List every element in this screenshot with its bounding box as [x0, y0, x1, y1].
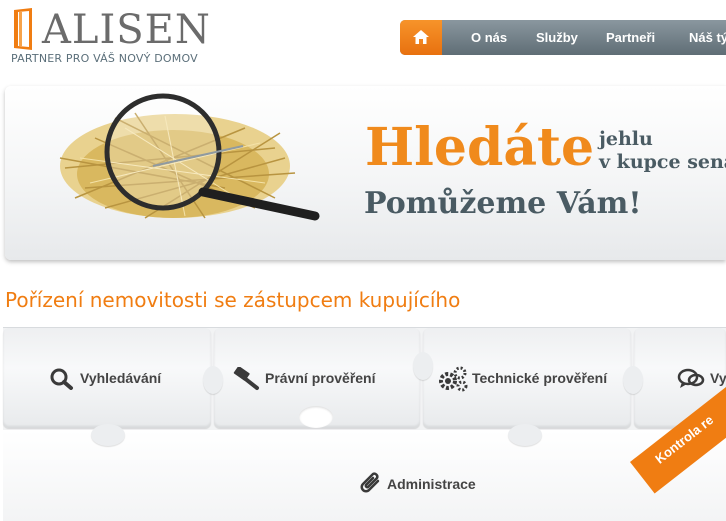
banner-headline: Hledáte — [365, 117, 595, 178]
hero-banner: Hledáte jehlu v kupce sena Pomůžeme Vám! — [5, 86, 726, 260]
haystack-magnifier-illustration — [59, 93, 320, 221]
service-puzzle: Vyhledávání Právní prověření Technické p… — [3, 327, 726, 521]
top-edge-marks — [600, 0, 726, 4]
logo[interactable]: ALISEN PARTNER PRO VÁŠ NOVÝ DOMOV — [10, 6, 210, 70]
puzzle-knob — [623, 366, 643, 394]
home-icon — [413, 30, 429, 44]
puzzle-knob — [508, 424, 542, 446]
puzzle-knob — [91, 424, 125, 446]
puzzle-socket — [299, 406, 333, 428]
tab-administrace[interactable]: Administrace — [387, 476, 476, 492]
door-logo-icon — [14, 8, 32, 50]
section-title: Pořízení nemovitosti se zástupcem kupují… — [5, 288, 461, 312]
nav-home-button[interactable] — [400, 20, 442, 55]
tab-label: Právní prověření — [265, 370, 376, 386]
nav-item-nas-tym[interactable]: Náš tý — [689, 20, 726, 55]
brand-tagline: PARTNER PRO VÁŠ NOVÝ DOMOV — [11, 52, 198, 65]
banner-subhead: Pomůžeme Vám! — [364, 186, 642, 221]
puzzle-knob — [413, 352, 433, 380]
tab-label: Vy — [710, 370, 726, 386]
main-nav: O nás Služby Partneři Náš tý — [400, 20, 726, 55]
chat-icon — [677, 368, 705, 388]
nav-item-sluzby[interactable]: Služby — [536, 20, 578, 55]
banner-line-2: v kupce sena — [599, 151, 726, 173]
gears-icon — [439, 366, 468, 392]
paperclip-icon — [360, 472, 380, 493]
tab-label: Vyhledávání — [80, 370, 162, 386]
brand-name: ALISEN — [42, 7, 211, 53]
search-icon — [50, 368, 73, 390]
puzzle-knob — [203, 366, 223, 394]
nav-item-o-nas[interactable]: O nás — [471, 20, 507, 55]
nav-item-partneri[interactable]: Partneři — [606, 20, 655, 55]
gavel-icon — [233, 367, 259, 390]
tab-label: Technické prověření — [472, 370, 608, 386]
banner-line-1: jehlu — [599, 128, 653, 150]
